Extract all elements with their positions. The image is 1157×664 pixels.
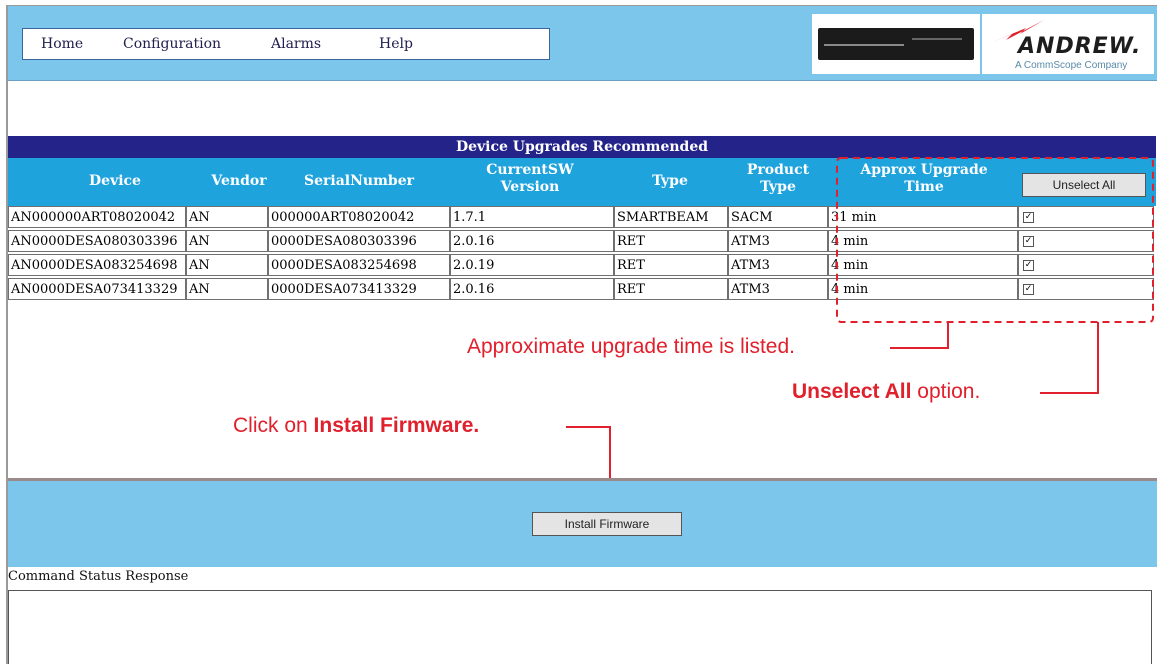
annotation-unselect-bold: Unselect All (792, 380, 912, 403)
annotation-install: Click on Install Firmware. (233, 414, 479, 438)
leader-line-unselect (1040, 322, 1099, 394)
annotation-unselect-rest: option. (911, 380, 981, 403)
annotation-upgrade-time: Approximate upgrade time is listed. (467, 335, 795, 358)
leader-line-time (890, 322, 949, 349)
annotation-install-bold: Install Firmware. (313, 414, 480, 437)
install-firmware-button[interactable]: Install Firmware (532, 512, 682, 536)
status-response-area[interactable] (8, 590, 1152, 664)
annotation-unselect: Unselect All option. (792, 380, 980, 404)
highlight-box (836, 157, 1154, 323)
status-label: Command Status Response (8, 569, 189, 584)
annotation-install-pre: Click on (233, 414, 314, 437)
